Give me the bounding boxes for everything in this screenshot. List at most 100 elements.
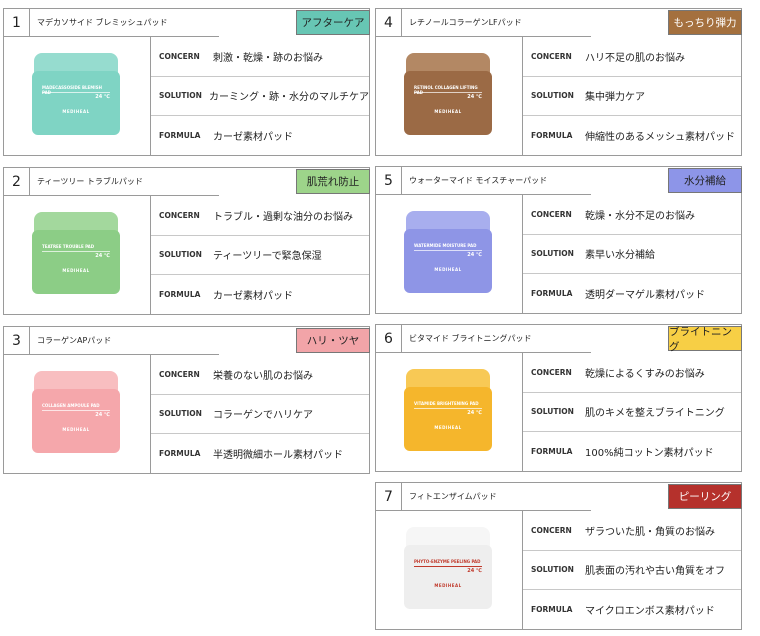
formula-label: FORMULA (531, 289, 573, 299)
product-name: マデカソサイド ブレミッシュパッド (37, 18, 168, 27)
product-card: 4 レチノールコラーゲンLFパッド もっちり弾力 RETINOL COLLAGE… (375, 8, 742, 156)
concern-row: CONCERN 刺激・乾燥・跡のお悩み (151, 37, 369, 77)
concern-label: CONCERN (531, 525, 572, 535)
jar-label: VITAMIDE BRIGHTENING PAD 24 ℃ (412, 401, 484, 421)
card-number: 5 (376, 167, 402, 194)
product-jar-image: PHYTO-ENZYME PEELING PAD 24 ℃ MEDIHEAL (404, 527, 492, 609)
jar-product-title: VITAMIDE BRIGHTENING PAD (414, 401, 479, 406)
solution-row: SOLUTION コラーゲンでハリケア (151, 395, 369, 435)
jar-brand: MEDIHEAL (434, 425, 462, 430)
solution-value: 肌表面の汚れや古い角質をオフ (585, 566, 725, 578)
product-card: 7 フィトエンザイムパッド ピーリング PHYTO-ENZYME PEELING… (375, 482, 742, 630)
jar-count: 24 ℃ (467, 410, 482, 416)
card-number: 6 (376, 325, 402, 352)
formula-label: FORMULA (531, 447, 573, 457)
concern-row: CONCERN ハリ不足の肌のお悩み (523, 37, 741, 77)
solution-label: SOLUTION (531, 249, 574, 259)
formula-row: FORMULA カーゼ素材パッド (151, 116, 369, 156)
product-name: フィトエンザイムパッド (409, 492, 497, 501)
card-number: 2 (4, 168, 30, 195)
solution-value: 素早い水分補給 (585, 250, 655, 262)
solution-row: SOLUTION ティーツリーで緊急保湿 (151, 236, 369, 276)
product-card: 6 ビタマイド ブライトニングパッド ブライトニング VITAMIDE BRIG… (375, 324, 742, 472)
formula-label: FORMULA (159, 131, 201, 141)
info-table: CONCERN 刺激・乾燥・跡のお悩み SOLUTION カーミング・跡・水分の… (151, 37, 369, 155)
jar-label-line (414, 250, 482, 251)
concern-row: CONCERN 乾燥によるくすみのお悩み (523, 353, 741, 393)
solution-row: SOLUTION 素早い水分補給 (523, 235, 741, 275)
product-name: ウォーターマイド モイスチャーパッド (409, 176, 548, 185)
card-header: 3 コラーゲンAPパッド (4, 327, 111, 354)
jar-product-title: PHYTO-ENZYME PEELING PAD (414, 559, 481, 564)
jar-brand: MEDIHEAL (62, 268, 90, 273)
product-image-area: MADECASSOSIDE BLEMISH PAD 24 ℃ MEDIHEAL (4, 37, 151, 155)
formula-row: FORMULA 透明ダーマゲル素材パッド (523, 274, 741, 314)
jar-count: 24 ℃ (467, 252, 482, 258)
concern-row: CONCERN トラブル・過剰な油分のお悩み (151, 196, 369, 236)
info-table: CONCERN ハリ不足の肌のお悩み SOLUTION 集中弾力ケア FORMU… (523, 37, 741, 155)
category-badge: アフターケア (296, 10, 370, 35)
solution-value: コラーゲンでハリケア (213, 410, 313, 422)
formula-row: FORMULA マイクロエンボス素材パッド (523, 590, 741, 630)
formula-value: カーゼ素材パッド (213, 132, 293, 144)
category-badge: 肌荒れ防止 (296, 169, 370, 194)
product-name: レチノールコラーゲンLFパッド (409, 18, 522, 27)
concern-value: 乾燥によるくすみのお悩み (585, 368, 705, 380)
product-image-area: RETINOL COLLAGEN LIFTING PAD 24 ℃ MEDIHE… (376, 37, 523, 155)
formula-label: FORMULA (531, 131, 573, 141)
concern-row: CONCERN 乾燥・水分不足のお悩み (523, 195, 741, 235)
concern-label: CONCERN (531, 367, 572, 377)
concern-value: 刺激・乾燥・跡のお悩み (213, 52, 323, 64)
product-jar-image: RETINOL COLLAGEN LIFTING PAD 24 ℃ MEDIHE… (404, 53, 492, 135)
jar-label: RETINOL COLLAGEN LIFTING PAD 24 ℃ (412, 85, 484, 105)
card-header: 6 ビタマイド ブライトニングパッド (376, 325, 532, 352)
solution-label: SOLUTION (531, 565, 574, 575)
card-number: 4 (376, 9, 402, 36)
product-jar-image: MADECASSOSIDE BLEMISH PAD 24 ℃ MEDIHEAL (32, 53, 120, 135)
formula-label: FORMULA (159, 449, 201, 459)
product-image-area: PHYTO-ENZYME PEELING PAD 24 ℃ MEDIHEAL (376, 511, 523, 629)
info-table: CONCERN 栄養のない肌のお悩み SOLUTION コラーゲンでハリケア F… (151, 355, 369, 473)
formula-label: FORMULA (159, 290, 201, 300)
category-badge: ハリ・ツヤ (296, 328, 370, 353)
info-table: CONCERN トラブル・過剰な油分のお悩み SOLUTION ティーツリーで緊… (151, 196, 369, 314)
product-name: コラーゲンAPパッド (37, 336, 112, 345)
jar-label: PHYTO-ENZYME PEELING PAD 24 ℃ (412, 559, 484, 579)
jar-label-line (414, 408, 482, 409)
concern-row: CONCERN ザラついた肌・角質のお悩み (523, 511, 741, 551)
product-card: 2 ティーツリー トラブルパッド 肌荒れ防止 TEATREE TROUBLE P… (3, 167, 370, 315)
category-badge: ピーリング (668, 484, 742, 509)
product-card: 1 マデカソサイド ブレミッシュパッド アフターケア MADECASSOSIDE… (3, 8, 370, 156)
product-image-area: WATERMIDE MOISTURE PAD 24 ℃ MEDIHEAL (376, 195, 523, 313)
formula-value: 透明ダーマゲル素材パッド (585, 290, 705, 302)
product-image-area: TEATREE TROUBLE PAD 24 ℃ MEDIHEAL (4, 196, 151, 314)
concern-label: CONCERN (159, 210, 200, 220)
card-header: 7 フィトエンザイムパッド (376, 483, 497, 510)
info-table: CONCERN ザラついた肌・角質のお悩み SOLUTION 肌表面の汚れや古い… (523, 511, 741, 629)
solution-value: カーミング・跡・水分のマルチケア (209, 92, 369, 104)
concern-label: CONCERN (159, 369, 200, 379)
product-card: 5 ウォーターマイド モイスチャーパッド 水分補給 WATERMIDE MOIS… (375, 166, 742, 314)
info-table: CONCERN 乾燥によるくすみのお悩み SOLUTION 肌のキメを整えブライ… (523, 353, 741, 471)
formula-row: FORMULA 半透明微細ホール素材パッド (151, 434, 369, 474)
jar-label: TEATREE TROUBLE PAD 24 ℃ (40, 244, 112, 264)
solution-label: SOLUTION (159, 91, 202, 101)
jar-label: COLLAGEN AMPOULE PAD 24 ℃ (40, 403, 112, 423)
jar-count: 24 ℃ (95, 253, 110, 259)
solution-value: 肌のキメを整えブライトニング (585, 408, 725, 420)
solution-row: SOLUTION 肌のキメを整えブライトニング (523, 393, 741, 433)
formula-value: 100%純コットン素材パッド (585, 448, 714, 460)
formula-value: カーゼ素材パッド (213, 291, 293, 303)
jar-brand: MEDIHEAL (434, 109, 462, 114)
product-name: ビタマイド ブライトニングパッド (409, 334, 532, 343)
concern-row: CONCERN 栄養のない肌のお悩み (151, 355, 369, 395)
jar-label-line (42, 251, 110, 252)
jar-count: 24 ℃ (95, 94, 110, 100)
solution-value: 集中弾力ケア (585, 92, 645, 104)
product-name: ティーツリー トラブルパッド (37, 177, 143, 186)
formula-row: FORMULA 100%純コットン素材パッド (523, 432, 741, 472)
product-jar-image: VITAMIDE BRIGHTENING PAD 24 ℃ MEDIHEAL (404, 369, 492, 451)
card-number: 3 (4, 327, 30, 354)
jar-brand: MEDIHEAL (62, 109, 90, 114)
jar-brand: MEDIHEAL (434, 583, 462, 588)
